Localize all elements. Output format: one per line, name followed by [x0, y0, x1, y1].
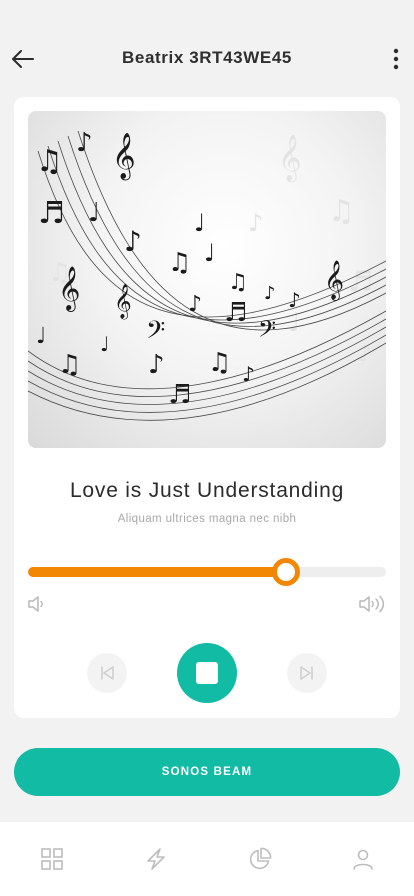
nav-item-profile[interactable] — [350, 846, 376, 872]
next-button[interactable] — [287, 653, 327, 693]
volume-low-icon — [28, 596, 43, 612]
stop-icon — [196, 662, 218, 684]
svg-text:𝄞: 𝄞 — [324, 260, 344, 301]
playback-controls — [14, 643, 400, 703]
music-notes-artwork: 𝄞 ♫ ♪ ♬ ♩ ♪ ♫ ♫ ♪ 𝄞 ♬ ♩ ♪ 𝄞 𝄞 ♫ ♩ 𝄢 ♪ ♬ … — [28, 128, 386, 421]
track-title: Love is Just Understanding — [69, 479, 345, 502]
progress-fill — [28, 567, 286, 577]
lightning-icon — [147, 848, 165, 870]
app-screen: Beatrix 3RT43WE45 𝄞 ♫ ♪ ♬ ♩ ♪ ♫ ♫ ♪ 𝄞 ♬ … — [0, 0, 414, 896]
svg-text:♪: ♪ — [76, 128, 93, 158]
stop-button[interactable] — [177, 643, 237, 703]
svg-text:♫: ♫ — [168, 248, 191, 278]
svg-text:♪: ♪ — [358, 342, 372, 367]
svg-text:𝄞: 𝄞 — [58, 266, 80, 312]
album-artwork: 𝄞 ♫ ♪ ♬ ♩ ♪ ♫ ♫ ♪ 𝄞 ♬ ♩ ♪ 𝄞 𝄞 ♫ ♩ 𝄢 ♪ ♬ … — [28, 111, 386, 448]
volume-low-button[interactable] — [26, 593, 48, 615]
svg-text:♪: ♪ — [188, 292, 202, 317]
svg-text:♩: ♩ — [88, 198, 100, 228]
svg-text:♪: ♪ — [248, 209, 263, 237]
volume-high-button[interactable] — [358, 593, 388, 615]
svg-text:♪: ♪ — [288, 288, 301, 312]
svg-text:𝄞: 𝄞 — [114, 284, 132, 320]
previous-button[interactable] — [87, 653, 127, 693]
svg-text:♩: ♩ — [194, 209, 205, 237]
svg-text:♫: ♫ — [208, 348, 231, 378]
svg-text:♪: ♪ — [242, 362, 255, 386]
svg-text:♩: ♩ — [100, 332, 109, 356]
svg-text:♪: ♪ — [148, 350, 165, 380]
svg-text:♬: ♬ — [224, 298, 247, 328]
nav-item-lightning[interactable] — [143, 846, 169, 872]
skip-previous-icon — [101, 666, 114, 680]
svg-text:♪: ♪ — [264, 283, 276, 304]
svg-text:♫: ♫ — [36, 144, 63, 179]
svg-text:♩: ♩ — [36, 324, 46, 349]
svg-text:♫: ♫ — [58, 350, 81, 380]
progress-thumb[interactable] — [271, 558, 300, 586]
track-subtitle: Aliquam ultrices magna nec nibh — [117, 513, 297, 525]
skip-next-icon — [300, 666, 313, 680]
user-icon — [353, 849, 373, 870]
svg-text:♩: ♩ — [288, 308, 300, 338]
header: Beatrix 3RT43WE45 — [0, 30, 414, 86]
more-options-button[interactable] — [384, 44, 408, 74]
svg-text:♬: ♬ — [38, 196, 65, 231]
svg-text:𝄞: 𝄞 — [278, 135, 302, 183]
svg-text:♬: ♬ — [168, 380, 191, 410]
svg-text:𝄢: 𝄢 — [146, 316, 165, 351]
page-title: Beatrix 3RT43WE45 — [122, 48, 292, 67]
svg-text:♫: ♫ — [228, 270, 248, 295]
progress-slider[interactable] — [28, 558, 386, 586]
svg-text:♫: ♫ — [328, 194, 355, 229]
svg-text:𝄞: 𝄞 — [112, 133, 136, 181]
svg-text:♪: ♪ — [124, 225, 142, 258]
more-vertical-icon — [393, 48, 399, 70]
grid-icon — [41, 848, 63, 870]
nav-item-stats[interactable] — [247, 846, 273, 872]
player-card: 𝄞 ♫ ♪ ♬ ♩ ♪ ♫ ♫ ♪ 𝄞 ♬ ♩ ♪ 𝄞 𝄞 ♫ ♩ 𝄢 ♪ ♬ … — [14, 97, 400, 718]
sonos-beam-button[interactable]: SONOS BEAM — [14, 748, 400, 796]
pie-chart-icon — [249, 847, 272, 870]
bottom-navigation — [0, 822, 414, 896]
svg-text:♩: ♩ — [204, 239, 215, 267]
nav-item-grid[interactable] — [39, 846, 65, 872]
svg-text:𝄢: 𝄢 — [258, 315, 276, 348]
volume-high-icon — [359, 595, 385, 613]
